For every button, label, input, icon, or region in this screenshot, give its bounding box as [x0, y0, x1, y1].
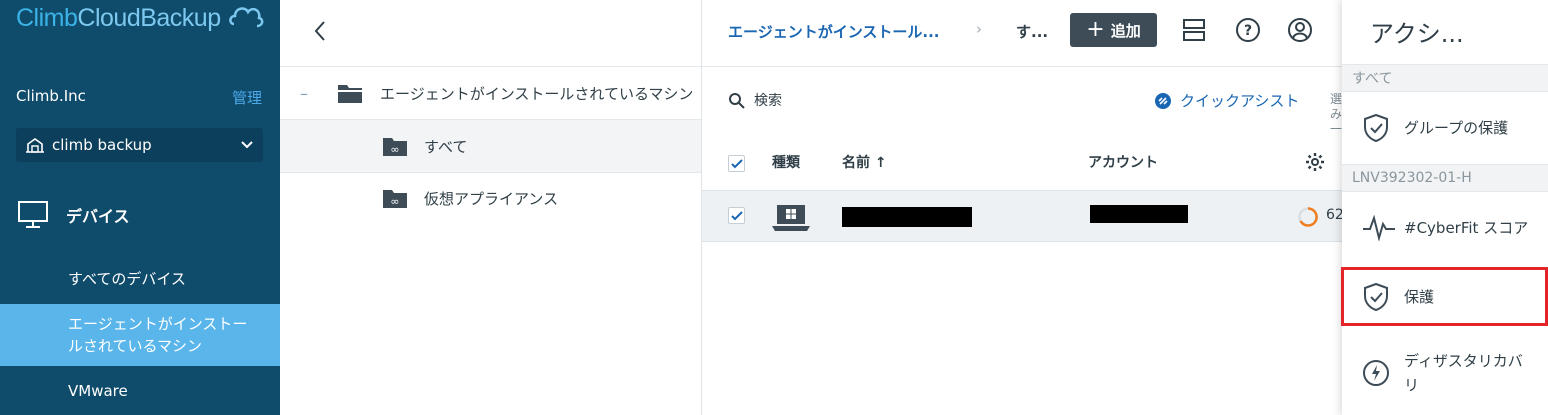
check-icon — [730, 210, 743, 220]
pulse-icon — [1363, 215, 1395, 241]
collapse-toggle[interactable]: – — [300, 84, 308, 103]
actions-title: アクシ... — [1370, 20, 1464, 48]
add-button-label: 追加 — [1110, 21, 1141, 40]
account-icon[interactable] — [1286, 16, 1314, 44]
plus-icon: + — [1086, 17, 1105, 42]
building-icon — [26, 138, 44, 153]
svg-text:∞: ∞ — [390, 143, 399, 156]
section-device-label: LNV392302-01-H — [1352, 170, 1472, 186]
subnav-vmware-label: VMware — [68, 382, 128, 400]
quick-assist-link[interactable]: クイックアシスト — [1154, 90, 1299, 111]
action-cyberfit-score[interactable]: #CyberFit スコア — [1342, 193, 1548, 263]
subnav-agent-machines[interactable]: エージェントがインストールされているマシン — [0, 304, 280, 366]
subnav-vmware[interactable]: VMware — [0, 370, 280, 412]
subnav-all-devices[interactable]: すべてのデバイス — [0, 258, 280, 298]
subnav-all-devices-label: すべてのデバイス — [68, 269, 186, 288]
actions-panel: アクシ... すべて グループの保護 LNV392302-01-H #Cyber… — [1342, 0, 1548, 415]
status-value: 62 — [1326, 207, 1342, 223]
chevron-down-icon — [241, 141, 253, 149]
logo-text-climb: Climb — [16, 4, 78, 32]
redacted-account — [1090, 205, 1188, 223]
tree-item-virtual-appliance-label: 仮想アプライアンス — [424, 189, 559, 208]
svg-text:∞: ∞ — [390, 195, 399, 208]
shield-check-icon — [1364, 113, 1388, 143]
breadcrumb-separator: › — [976, 20, 982, 38]
monitor-icon — [18, 201, 48, 228]
tree-item-virtual-appliance[interactable]: ∞ 仮想アプライアンス — [280, 173, 701, 223]
quick-assist-label: クイックアシスト — [1180, 92, 1300, 110]
breadcrumb-agent-machines[interactable]: エージェントがインストール... — [728, 21, 940, 42]
action-disaster-recovery-label: ディザスタリカバリ — [1404, 352, 1523, 394]
unit-selector-value: climb backup — [52, 136, 152, 154]
nav-devices[interactable]: デバイス — [0, 190, 280, 240]
column-header-type[interactable]: 種類 — [772, 152, 800, 172]
svg-text:?: ? — [1244, 23, 1252, 39]
tree-root-label: エージェントがインストールされているマシン — [380, 84, 694, 103]
unit-selector[interactable]: climb backup — [16, 128, 263, 162]
column-header-name[interactable]: 名前 ↑ — [842, 152, 887, 172]
section-all-label: すべて — [1352, 71, 1393, 87]
manage-link[interactable]: 管理 — [232, 87, 262, 108]
redacted-device-name — [842, 207, 972, 227]
column-header-account[interactable]: アカウント — [1088, 152, 1158, 172]
help-icon[interactable]: ? — [1234, 16, 1262, 44]
search-input[interactable] — [754, 89, 954, 113]
section-all: すべて — [1342, 64, 1548, 92]
back-arrow-icon[interactable] — [306, 16, 334, 46]
tree-root-agent-machines[interactable]: – エージェントがインストールされているマシン — [280, 67, 701, 119]
add-button[interactable]: + 追加 — [1070, 13, 1157, 47]
quick-assist-icon — [1155, 92, 1171, 109]
logo-text-cloudbackup: CloudBackup — [77, 4, 221, 32]
tree-item-all-label: すべて — [424, 137, 468, 156]
gear-icon[interactable] — [1305, 152, 1325, 172]
row-checkbox[interactable] — [728, 207, 745, 224]
section-device: LNV392302-01-H — [1342, 164, 1548, 192]
dynamic-group-icon: ∞ — [383, 190, 407, 208]
shield-check-icon — [1364, 282, 1388, 312]
action-protect-label: 保護 — [1404, 288, 1435, 306]
table-row[interactable]: 62 — [702, 190, 1342, 242]
folder-icon — [338, 85, 362, 103]
action-cyberfit-label: #CyberFit スコア — [1404, 219, 1529, 237]
truncated-text: 選み一 — [1330, 92, 1342, 136]
tenant-name: Climb.Inc — [16, 87, 86, 105]
action-protect-group-label: グループの保護 — [1404, 119, 1509, 137]
tree-item-all[interactable]: ∞ すべて — [280, 120, 701, 172]
layout-toggle-icon[interactable] — [1180, 16, 1208, 44]
windows-laptop-icon — [772, 205, 810, 231]
lightning-icon — [1363, 360, 1389, 386]
search-icon — [729, 93, 745, 109]
status-ring-icon — [1298, 207, 1318, 227]
divider — [702, 66, 1342, 67]
cloud-logo-icon — [229, 7, 264, 28]
action-disaster-recovery[interactable]: ディザスタリカバリ — [1342, 336, 1548, 410]
app-logo[interactable]: ClimbCloudBackup — [16, 4, 221, 33]
sidebar: ClimbCloudBackup Climb.Inc 管理 climb back… — [0, 0, 280, 415]
breadcrumb-current: す... — [1016, 23, 1049, 41]
dynamic-group-icon: ∞ — [383, 138, 407, 156]
group-tree-panel: – エージェントがインストールされているマシン ∞ すべて ∞ 仮想アプライアン… — [280, 0, 702, 415]
action-protect-group[interactable]: グループの保護 — [1342, 93, 1548, 163]
select-all-checkbox[interactable] — [728, 155, 745, 172]
check-icon — [730, 158, 743, 168]
nav-devices-label: デバイス — [66, 207, 130, 226]
subnav-agent-machines-label: エージェントがインストールされているマシン — [68, 315, 248, 355]
action-protect[interactable]: 保護 — [1342, 268, 1548, 326]
main-panel: エージェントがインストール... › す... + 追加 ? クイックアシスト … — [702, 0, 1342, 415]
